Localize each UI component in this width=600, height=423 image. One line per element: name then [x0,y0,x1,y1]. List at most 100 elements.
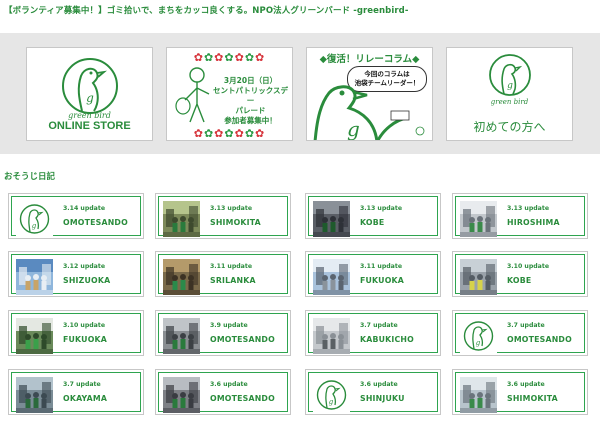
diary-card[interactable]: 3.9 update OMOTESANDO [155,310,291,356]
diary-place: SRILANKA [210,276,256,285]
star-icon: ✿ [244,127,256,140]
diary-card-frame: 3.6 update SHIMOKITA [455,372,585,413]
star-icon: ✿ [203,127,215,140]
relay-column-banner[interactable]: ◆復活！リレーコラム◆ 今回のコラムは 池袋チームリーダー！ g [306,47,433,141]
stars-bottom: ✿✿✿✿✿✿✿ [169,128,290,140]
diary-card-frame: 3.11 update FUKUOKA [308,254,438,295]
diary-card-frame: g 3.7 update OMOTESANDO [455,313,585,354]
diary-place: SHIMOKITA [210,218,261,227]
diary-card-frame: 3.12 update SHIZUOKA [11,254,141,295]
diary-card[interactable]: g 3.14 update OMOTESANDO [8,193,144,239]
svg-text:g: g [329,398,334,406]
diary-photo [163,318,200,354]
diary-date: 3.7 update [360,322,398,329]
svg-text:g: g [347,117,360,141]
star-icon: ✿ [224,51,235,64]
first-time-banner[interactable]: g green bird 初めての方へ [446,47,573,141]
diary-card[interactable]: 3.11 update FUKUOKA [305,251,441,297]
diary-date: 3.13 update [210,205,253,212]
diary-photo [163,201,200,237]
diary-date: 3.12 update [63,263,106,270]
diary-photo [460,259,497,295]
diary-photo [16,259,53,295]
diary-place: KABUKICHO [360,335,414,344]
star-icon: ✿ [193,127,204,140]
event-text: 3月20日（日） セントパトリックスデー パレード 参加者募集中！ [213,76,288,126]
diary-place: KOBE [507,276,532,285]
big-bird-icon: g [313,85,425,141]
diary-place: OMOTESANDO [507,335,572,344]
diary-date: 3.7 update [63,381,101,388]
diary-place: OKAYAMA [63,394,108,403]
diary-date: 3.11 update [360,263,403,270]
diary-card[interactable]: 3.13 update HIROSHIMA [452,193,588,239]
diary-date: 3.6 update [210,381,248,388]
star-icon: ✿ [203,51,215,64]
diary-place: KOBE [360,218,385,227]
page-title: 【ボランティア募集中！】ゴミ拾いで、まちをカッコ良くする。NPO法人グリーンバー… [4,6,409,16]
diary-card[interactable]: 3.10 update KOBE [452,251,588,297]
green-bird-logo-icon: g [16,201,53,237]
diary-card-frame: 3.7 update OKAYAMA [11,372,141,413]
diary-place: HIROSHIMA [507,218,560,227]
diary-photo [163,259,200,295]
diary-card[interactable]: 3.12 update SHIZUOKA [8,251,144,297]
diary-photo [16,318,53,354]
diary-card[interactable]: 3.13 update SHIMOKITA [155,193,291,239]
diary-card[interactable]: 3.7 update OKAYAMA [8,369,144,415]
diary-place: FUKUOKA [360,276,404,285]
diary-date: 3.13 update [507,205,550,212]
online-store-label: ONLINE STORE [48,120,131,132]
diary-place: FUKUOKA [63,335,107,344]
diary-place: SHIMOKITA [507,394,558,403]
diary-date: 3.13 update [360,205,403,212]
star-icon: ✿ [193,51,204,64]
event-text-line: 3月20日（日） セントパトリックスデー パレード 参加者募集中！ [213,76,288,125]
diary-card[interactable]: 3.11 update SRILANKA [155,251,291,297]
diary-place: OMOTESANDO [210,394,275,403]
diary-place: SHINJUKU [360,394,405,403]
first-time-label: 初めての方へ [473,120,546,134]
diary-photo [16,377,53,413]
diary-card[interactable]: 3.6 update SHIMOKITA [452,369,588,415]
diary-card[interactable]: 3.7 update KABUKICHO [305,310,441,356]
parade-event-banner[interactable]: ✿✿✿✿✿✿✿ 3月20日（日） セントパトリックスデー パレード 参加者募集中… [166,47,293,141]
diary-date: 3.10 update [63,322,106,329]
diary-date: 3.11 update [210,263,253,270]
brand-word: green bird [490,98,529,106]
diary-photo [313,201,350,237]
svg-text:g: g [86,91,94,105]
svg-text:g: g [32,222,37,230]
diary-card-frame: 3.10 update FUKUOKA [11,313,141,354]
green-bird-logo-icon: g [313,377,350,413]
diary-card[interactable]: 3.10 update FUKUOKA [8,310,144,356]
mascot-figure-icon [175,67,210,123]
diary-card-frame: 3.10 update KOBE [455,254,585,295]
diary-card-frame: 3.13 update KOBE [308,196,438,237]
diary-card-frame: 3.7 update KABUKICHO [308,313,438,354]
svg-text:g: g [476,339,481,347]
diary-photo [460,201,497,237]
diary-photo [163,377,200,413]
diary-card[interactable]: g 3.6 update SHINJUKU [305,369,441,415]
svg-text:g: g [507,81,513,91]
diary-card-frame: 3.11 update SRILANKA [158,254,288,295]
diary-date: 3.6 update [360,381,398,388]
online-store-banner[interactable]: g green bird ONLINE STORE [26,47,153,141]
star-icon: ✿ [224,127,235,140]
star-icon: ✿ [244,51,256,64]
diary-photo [313,259,350,295]
diary-date: 3.7 update [507,322,545,329]
star-icon: ✿ [255,127,266,140]
diary-card[interactable]: 3.6 update OMOTESANDO [155,369,291,415]
diary-date: 3.9 update [210,322,248,329]
green-bird-logo-icon: g [460,318,497,354]
diary-card-frame: 3.13 update HIROSHIMA [455,196,585,237]
star-icon: ✿ [234,127,245,140]
diary-card[interactable]: g 3.7 update OMOTESANDO [452,310,588,356]
star-icon: ✿ [255,51,266,64]
diary-card-frame: g 3.6 update SHINJUKU [308,372,438,413]
diary-photo [460,377,497,413]
star-icon: ✿ [214,51,225,64]
diary-card[interactable]: 3.13 update KOBE [305,193,441,239]
